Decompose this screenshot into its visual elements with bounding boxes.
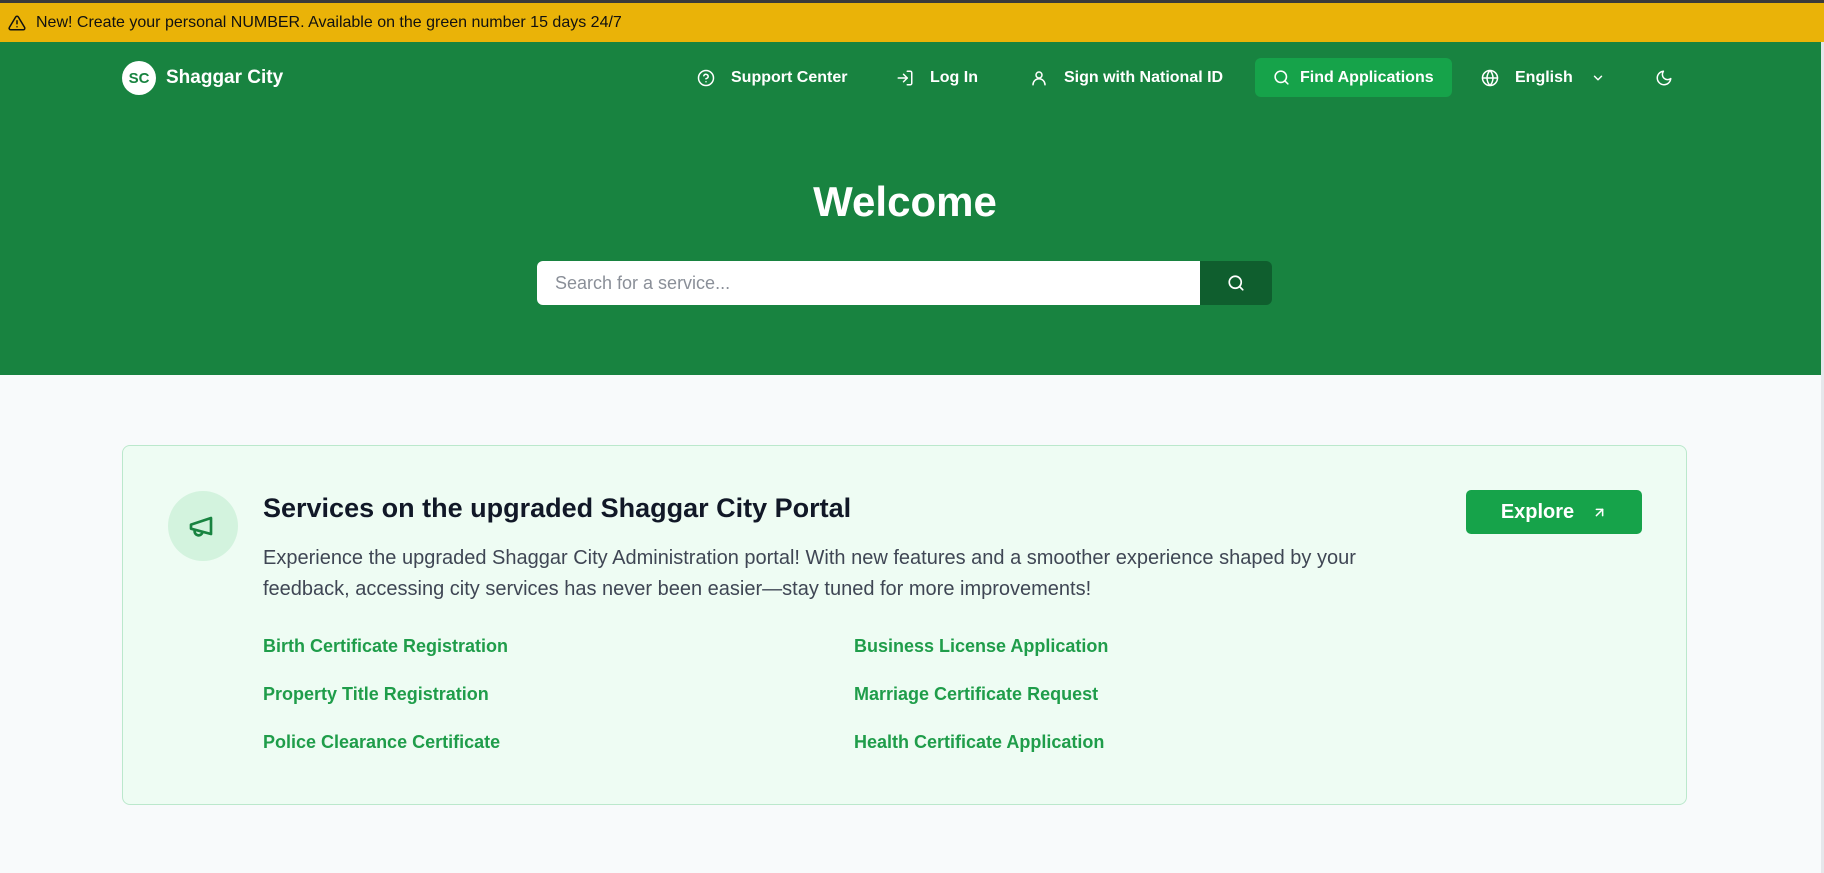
brand-logo[interactable]: SC Shaggar City — [122, 61, 283, 95]
service-link-police-clearance[interactable]: Police Clearance Certificate — [263, 732, 500, 753]
explore-button[interactable]: Explore — [1466, 490, 1642, 534]
theme-toggle-button[interactable] — [1655, 58, 1673, 97]
moon-icon — [1656, 70, 1672, 85]
globe-icon — [1481, 69, 1499, 86]
card-title: Services on the upgraded Shaggar City Po… — [263, 493, 852, 523]
nav-login[interactable]: Log In — [896, 58, 978, 97]
login-icon — [897, 70, 913, 85]
explore-label: Explore — [1500, 500, 1575, 523]
service-link-health-certificate[interactable]: Health Certificate Application — [854, 732, 1104, 753]
search-icon — [1228, 275, 1244, 291]
megaphone-icon — [168, 491, 238, 561]
language-label: English — [1515, 68, 1573, 86]
brand-name: Shaggar City — [166, 67, 284, 88]
find-applications-button[interactable]: Find Applications — [1255, 58, 1452, 97]
find-applications-label: Find Applications — [1300, 68, 1434, 86]
nav-national-id-label: Sign with National ID — [1064, 68, 1224, 86]
logo-badge: SC — [122, 61, 156, 95]
announcement-bar: New! Create your personal NUMBER. Availa… — [0, 3, 1824, 42]
chevron-down-icon — [1593, 75, 1603, 80]
service-link-business-license[interactable]: Business License Application — [854, 636, 1108, 657]
hero-title: Welcome — [813, 178, 997, 225]
language-selector[interactable]: English — [1481, 58, 1605, 97]
warning-triangle-icon — [8, 14, 26, 32]
search-icon — [1274, 70, 1289, 85]
nav-sign-national-id[interactable]: Sign with National ID — [1030, 58, 1223, 97]
announcement-text: New! Create your personal NUMBER. Availa… — [36, 13, 622, 31]
card-description: Experience the upgraded Shaggar City Adm… — [263, 547, 1356, 600]
search-button[interactable] — [1200, 261, 1272, 305]
search-input[interactable] — [537, 261, 1200, 305]
help-circle-icon — [697, 69, 715, 86]
announcement-card: Services on the upgraded Shaggar City Po… — [122, 445, 1687, 805]
service-link-birth-certificate[interactable]: Birth Certificate Registration — [263, 636, 508, 657]
nav-support-label: Support Center — [731, 68, 848, 86]
user-icon — [1032, 70, 1046, 85]
service-link-marriage-certificate[interactable]: Marriage Certificate Request — [854, 684, 1098, 705]
nav-support-center[interactable]: Support Center — [697, 58, 847, 97]
nav-login-label: Log In — [930, 68, 978, 86]
arrow-up-right-icon — [1595, 508, 1604, 516]
service-link-property-title[interactable]: Property Title Registration — [263, 684, 489, 705]
service-search — [537, 261, 1272, 305]
